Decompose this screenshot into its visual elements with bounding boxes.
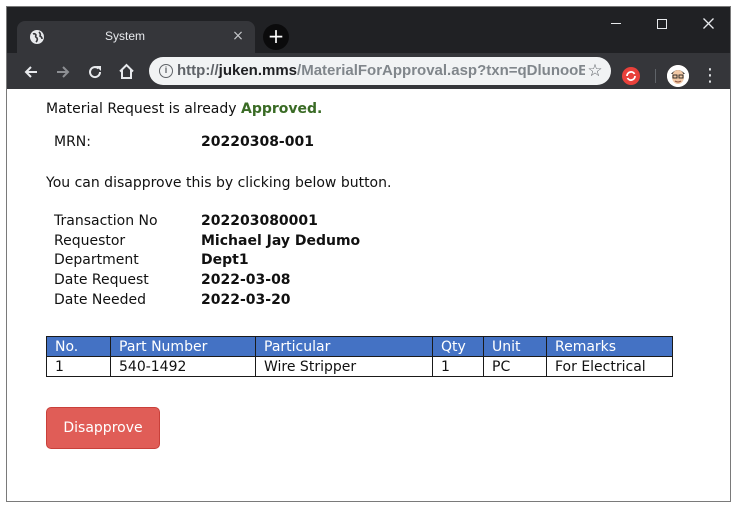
back-button[interactable] xyxy=(19,59,43,83)
detail-label: Transaction No xyxy=(54,213,158,229)
detail-row-transaction: Transaction No xyxy=(54,213,158,229)
column-header: Unit xyxy=(483,336,547,357)
detail-row-date-needed: Date Needed xyxy=(54,292,146,308)
maximize-icon xyxy=(657,18,667,29)
title-bar: System × + xyxy=(7,7,730,53)
table-cell: 540-1492 xyxy=(110,356,256,377)
profile-face xyxy=(667,65,689,87)
detail-label: Date Needed xyxy=(54,292,146,308)
disapprove-instruction: You can disapprove this by clicking belo… xyxy=(46,175,392,191)
detail-row-requestor: Requestor xyxy=(54,233,125,249)
detail-value: Michael Jay Dedumo xyxy=(201,233,361,249)
tab-title: System xyxy=(105,29,146,43)
disapprove-button[interactable]: Disapprove xyxy=(46,407,160,449)
detail-value: 202203080001 xyxy=(201,213,318,229)
column-header: Qty xyxy=(432,336,484,357)
reload-icon xyxy=(89,65,102,78)
page-content: Material Request is already Approved. MR… xyxy=(7,89,730,501)
table-header-row: No. Part Number Particular Qty Unit Rema… xyxy=(46,336,673,357)
star-icon[interactable]: ☆ xyxy=(585,61,605,81)
mrn-label: MRN: xyxy=(54,134,91,150)
extension-icon[interactable] xyxy=(622,67,640,85)
table-row: 1 540-1492 Wire Stripper 1 PC For Electr… xyxy=(46,356,673,377)
status-badge: Approved. xyxy=(241,101,323,117)
detail-value: Dept1 xyxy=(201,252,249,268)
minimize-button[interactable] xyxy=(593,11,639,37)
menu-icon[interactable]: ⋮ xyxy=(701,65,719,87)
avatar[interactable] xyxy=(667,65,689,87)
extension-glyph xyxy=(626,71,636,81)
table-cell: PC xyxy=(483,356,547,377)
detail-value: 2022-03-20 xyxy=(201,292,291,308)
address-bar[interactable]: i http://juken.mms/MaterialForApproval.a… xyxy=(149,57,611,85)
detail-row-department: Department xyxy=(54,252,139,268)
home-icon xyxy=(118,63,134,79)
maximize-button[interactable] xyxy=(639,11,685,37)
toolbar-divider xyxy=(655,69,656,83)
close-icon[interactable]: × xyxy=(229,27,247,45)
column-header: Particular xyxy=(255,336,433,357)
materials-table: No. Part Number Particular Qty Unit Rema… xyxy=(46,336,673,377)
forward-button[interactable] xyxy=(51,59,75,83)
browser-window: System × + i http://juken.mms/MaterialFo… xyxy=(6,6,731,502)
table-cell: For Electrical xyxy=(546,356,673,377)
detail-label: Department xyxy=(54,252,139,268)
detail-label: Date Request xyxy=(54,272,149,288)
plus-icon[interactable]: + xyxy=(263,24,289,50)
back-arrow-icon xyxy=(24,65,37,78)
url-text[interactable]: http://juken.mms/MaterialForApproval.asp… xyxy=(177,62,589,79)
reload-button[interactable] xyxy=(83,59,107,83)
mrn-value: 20220308-001 xyxy=(201,134,314,150)
home-button[interactable] xyxy=(114,59,138,83)
info-icon[interactable]: i xyxy=(159,64,173,78)
column-header: Part Number xyxy=(110,336,256,357)
minimize-icon xyxy=(611,23,621,24)
column-header: No. xyxy=(46,336,111,357)
window-close-icon xyxy=(702,18,714,29)
window-close-button[interactable] xyxy=(685,11,730,37)
column-header: Remarks xyxy=(546,336,673,357)
table-cell: Wire Stripper xyxy=(255,356,433,377)
detail-value: 2022-03-08 xyxy=(201,272,291,288)
forward-arrow-icon xyxy=(57,65,70,78)
detail-label: Requestor xyxy=(54,233,126,249)
browser-toolbar: i http://juken.mms/MaterialForApproval.a… xyxy=(7,53,730,89)
browser-tab[interactable]: System × xyxy=(17,21,255,53)
status-message: Material Request is already Approved. xyxy=(46,101,323,117)
table-cell: 1 xyxy=(432,356,484,377)
table-cell: 1 xyxy=(46,356,111,377)
globe-icon xyxy=(30,30,44,44)
detail-row-date-request: Date Request xyxy=(54,272,149,288)
